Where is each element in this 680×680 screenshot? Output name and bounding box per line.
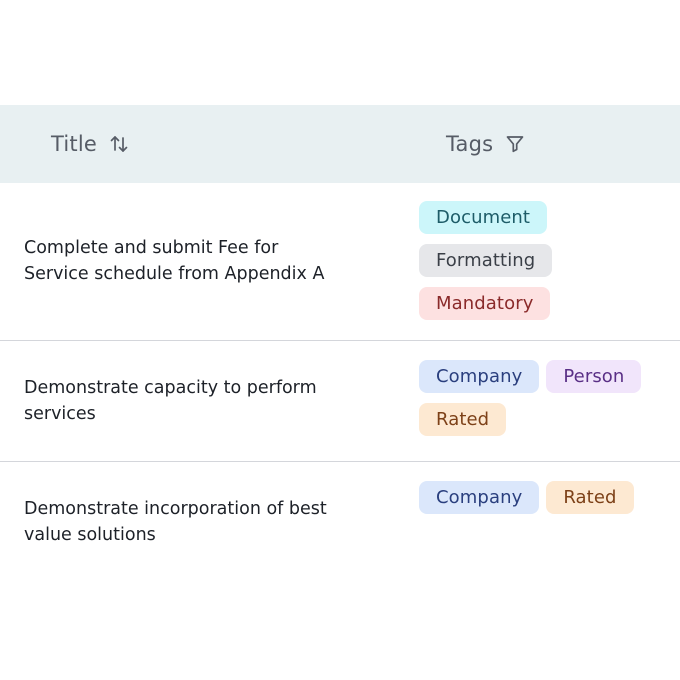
tag-rated[interactable]: Rated xyxy=(546,481,634,514)
row-title-line: Service schedule from Appendix A xyxy=(24,264,325,284)
row-tags: Document Formatting Mandatory xyxy=(419,201,674,330)
row-tags: Company Person Rated xyxy=(419,360,674,446)
tag-rated[interactable]: Rated xyxy=(419,403,507,436)
requirements-table: Title Tags Complete and submit Fee for S… xyxy=(0,105,680,583)
row-title-line: value solutions xyxy=(24,525,156,545)
tag-formatting[interactable]: Formatting xyxy=(419,244,553,277)
row-title-line: services xyxy=(24,404,96,424)
sort-arrows-icon[interactable] xyxy=(109,134,129,154)
row-title: Complete and submit Fee for Service sche… xyxy=(24,235,364,287)
table-row[interactable]: Complete and submit Fee for Service sche… xyxy=(0,183,680,341)
tag-mandatory[interactable]: Mandatory xyxy=(419,287,551,320)
row-title: Demonstrate capacity to perform services xyxy=(24,375,364,427)
row-title-line: Complete and submit Fee for xyxy=(24,238,279,258)
row-title: Demonstrate incorporation of best value … xyxy=(24,496,364,548)
row-tags: Company Rated xyxy=(419,481,674,524)
column-header-tags-label: Tags xyxy=(446,132,494,156)
filter-funnel-icon[interactable] xyxy=(505,134,525,154)
column-header-tags[interactable]: Tags xyxy=(446,105,525,183)
table-header: Title Tags xyxy=(0,105,680,183)
column-header-title[interactable]: Title xyxy=(51,105,129,183)
tag-company[interactable]: Company xyxy=(419,481,540,514)
table-row[interactable]: Demonstrate capacity to perform services… xyxy=(0,341,680,462)
tag-person[interactable]: Person xyxy=(546,360,642,393)
table-row[interactable]: Demonstrate incorporation of best value … xyxy=(0,462,680,583)
column-header-title-label: Title xyxy=(51,132,98,156)
row-title-line: Demonstrate capacity to perform xyxy=(24,378,317,398)
tag-company[interactable]: Company xyxy=(419,360,540,393)
tag-document[interactable]: Document xyxy=(419,201,548,234)
row-title-line: Demonstrate incorporation of best xyxy=(24,499,327,519)
